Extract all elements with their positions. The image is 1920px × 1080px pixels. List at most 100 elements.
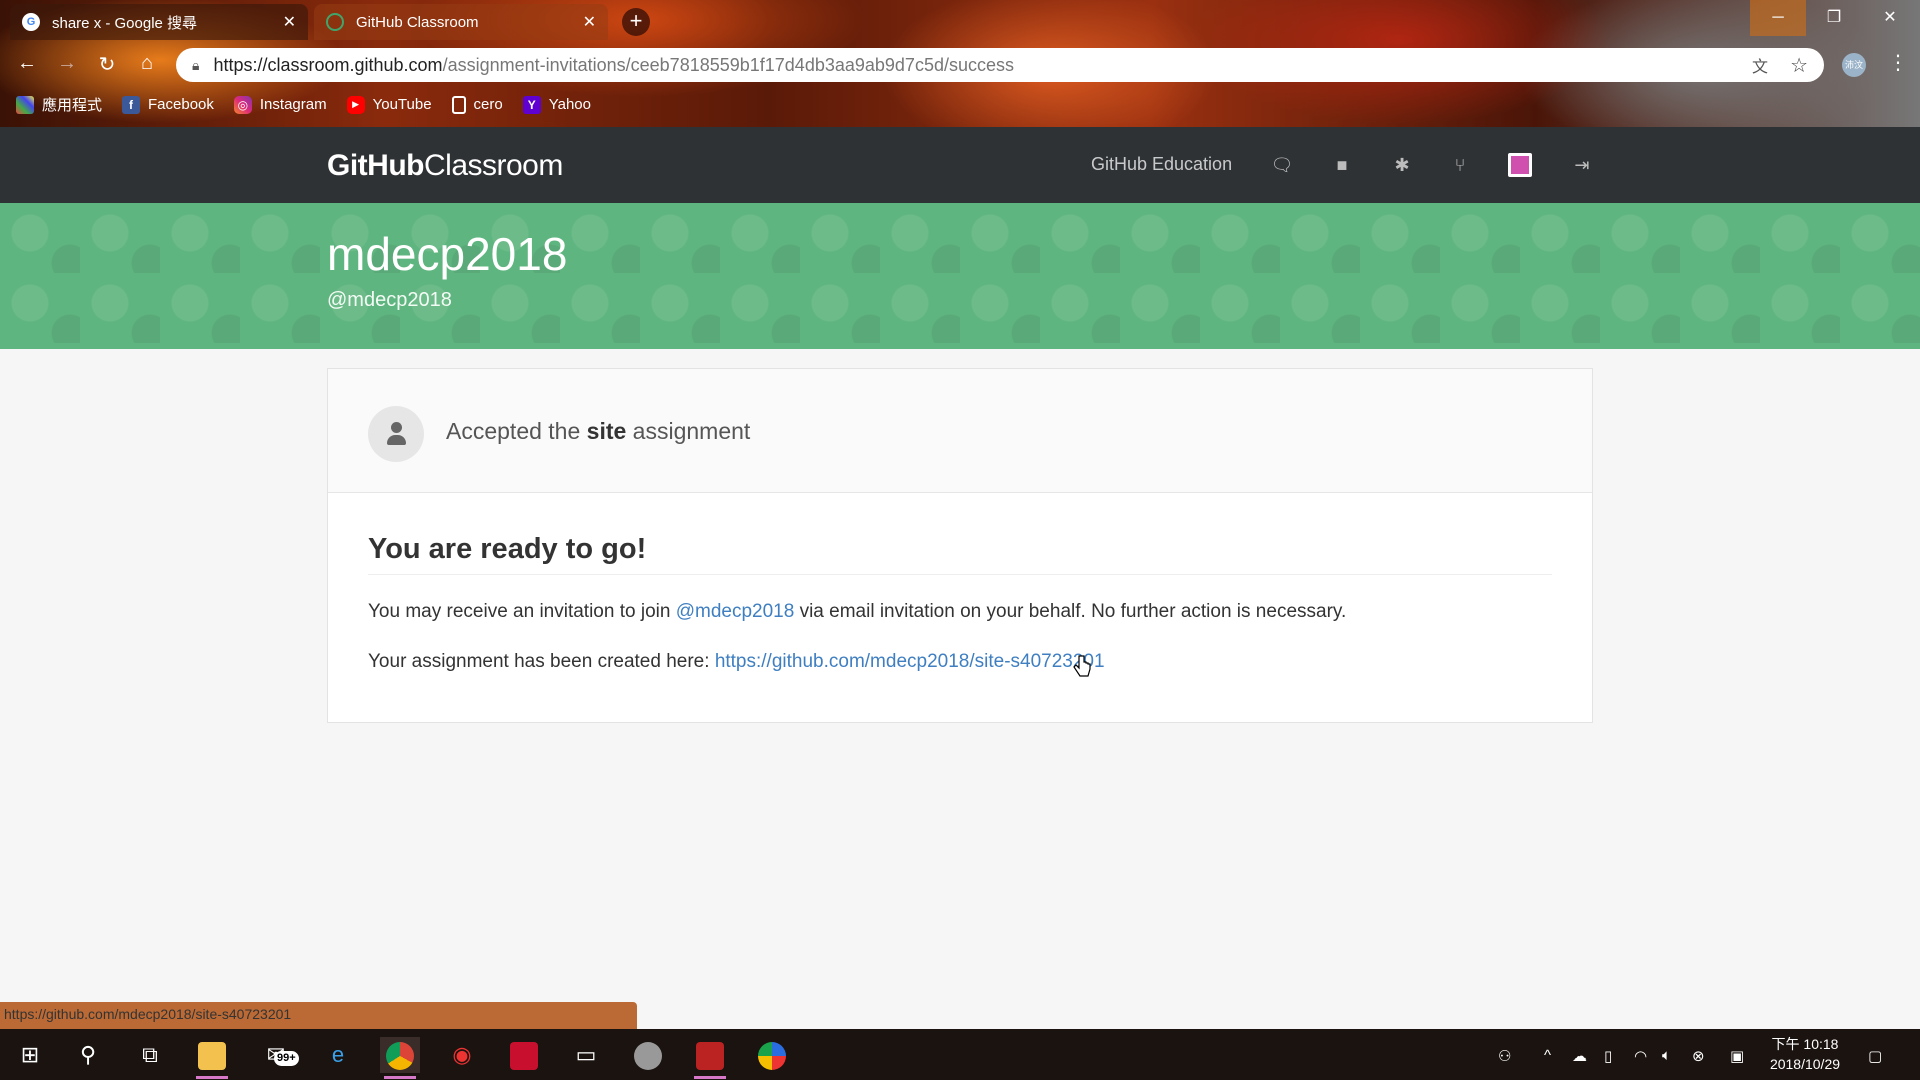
created-paragraph: Your assignment has been created here: h… xyxy=(368,651,1552,673)
facebook-icon: f xyxy=(122,95,141,114)
bookmark-instagram[interactable]: ◎ Instagram xyxy=(233,94,327,115)
tab-google-search[interactable]: G share x - Google 搜尋 ✕ xyxy=(10,4,308,40)
github-classroom-logo[interactable]: GitHubClassroom xyxy=(327,149,563,183)
assignment-card: Accepted the site assignment You are rea… xyxy=(327,368,1593,723)
url-path: /assignment-invitations/ceeb7818559b1f17… xyxy=(442,54,1014,75)
comment-icon[interactable]: 🗨︎ xyxy=(1270,153,1294,177)
clock-date: 2018/10/29 xyxy=(1769,1056,1841,1072)
browser-frame: G share x - Google 搜尋 ✕ GitHub Classroom… xyxy=(0,0,1920,127)
windows-taskbar: ⊞ ⚲ ⧉ ✉99+ e ◉ ▭ ⚇ ^ ☁ ▯ ◠ 🔈︎ ⊗ ▣ 下午 10:… xyxy=(0,1029,1920,1080)
onedrive-icon[interactable]: ☁ xyxy=(1572,1047,1587,1065)
garena-icon[interactable]: ◉ xyxy=(442,1037,482,1073)
accept-suffix: assignment xyxy=(626,418,751,444)
bookmark-star-icon[interactable]: ☆ xyxy=(1790,53,1808,78)
organization-banner: mdecp2018 @mdecp2018 xyxy=(0,203,1920,349)
translate-icon[interactable]: ⽂ xyxy=(1752,53,1768,77)
bookmark-youtube[interactable]: ▶ YouTube xyxy=(346,94,432,115)
user-avatar[interactable] xyxy=(1508,153,1532,177)
organization-link[interactable]: @mdecp2018 xyxy=(676,601,795,622)
invite-prefix: You may receive an invitation to join xyxy=(368,601,676,622)
bookmark-label: YouTube xyxy=(372,96,432,113)
bookmark-label: Facebook xyxy=(148,96,214,113)
github-education-link[interactable]: GitHub Education xyxy=(1091,154,1232,175)
organization-name: mdecp2018 xyxy=(327,228,568,280)
tab-github-classroom[interactable]: GitHub Classroom ✕ xyxy=(314,4,608,40)
bookmark-facebook[interactable]: f Facebook xyxy=(122,94,214,115)
page-icon xyxy=(451,95,466,114)
task-view-icon[interactable]: ⧉ xyxy=(130,1037,170,1073)
sign-out-icon[interactable]: ⇥ xyxy=(1570,153,1594,177)
home-icon[interactable]: ⌂ xyxy=(134,52,160,75)
battery-icon[interactable]: ▯ xyxy=(1604,1047,1612,1065)
reload-icon[interactable]: ↻ xyxy=(94,52,120,77)
bug-icon[interactable]: ✱ xyxy=(1390,153,1414,177)
card-header: Accepted the site assignment xyxy=(328,369,1592,493)
mail-badge: 99+ xyxy=(274,1051,299,1066)
taskbar-clock[interactable]: 下午 10:18 2018/10/29 xyxy=(1760,1034,1850,1074)
close-window-button[interactable]: ✕ xyxy=(1862,0,1918,36)
clock-time: 下午 10:18 xyxy=(1771,1036,1839,1052)
bookmark-label: 應用程式 xyxy=(42,97,103,114)
ready-heading: You are ready to go! xyxy=(368,533,1552,575)
bookmarks-bar: 應用程式 f Facebook ◎ Instagram ▶ YouTube cero … xyxy=(16,94,591,115)
logo-bold: GitHub xyxy=(327,149,424,182)
bookmark-label: Yahoo xyxy=(548,96,591,113)
solidworks-icon[interactable] xyxy=(504,1037,544,1073)
lock-icon: 🔒︎ xyxy=(192,56,200,73)
tab-title: share x - Google 搜尋 xyxy=(52,14,198,32)
apps-icon xyxy=(16,95,34,114)
new-tab-button[interactable]: + xyxy=(622,8,650,36)
restore-button[interactable]: ❐ xyxy=(1806,0,1862,36)
google-icon: G xyxy=(22,13,40,31)
volume-icon[interactable]: 🔈︎ xyxy=(1662,1047,1671,1064)
bookmark-label: Instagram xyxy=(259,96,327,113)
video-icon[interactable]: ■ xyxy=(1330,153,1354,177)
invitation-paragraph: You may receive an invitation to join @m… xyxy=(368,601,1552,623)
game-app-icon[interactable] xyxy=(690,1037,730,1079)
start-icon[interactable]: ⊞ xyxy=(10,1037,50,1073)
search-icon[interactable]: ⚲ xyxy=(68,1037,108,1073)
internet-explorer-icon[interactable]: e xyxy=(318,1037,358,1073)
tab-title: GitHub Classroom xyxy=(356,13,479,31)
bookmark-yahoo[interactable]: Y Yahoo xyxy=(522,94,591,115)
chrome-menu-icon[interactable]: ⋮ xyxy=(1888,50,1908,75)
github-classroom-icon xyxy=(326,13,344,31)
yahoo-icon: Y xyxy=(522,95,541,114)
invite-suffix: via email invitation on your behalf. No … xyxy=(794,601,1347,622)
created-prefix: Your assignment has been created here: xyxy=(368,651,715,672)
youtube-icon: ▶ xyxy=(346,95,365,114)
people-icon[interactable]: ⚇ xyxy=(1498,1047,1511,1065)
browser-app-icon[interactable] xyxy=(752,1037,792,1073)
card-body: You are ready to go! You may receive an … xyxy=(328,493,1592,673)
repository-link[interactable]: https://github.com/mdecp2018/site-s40723… xyxy=(715,651,1105,672)
terminal-icon[interactable]: ▭ xyxy=(566,1037,606,1073)
organization-handle: @mdecp2018 xyxy=(327,289,452,311)
bookmark-cero[interactable]: cero xyxy=(451,94,503,115)
mail-icon[interactable]: ✉99+ xyxy=(256,1037,299,1073)
address-bar[interactable]: 🔒︎ https://classroom.github.com/assignme… xyxy=(176,48,1824,82)
chevron-up-icon[interactable]: ^ xyxy=(1544,1047,1551,1064)
notification-icon[interactable]: ▢ xyxy=(1868,1047,1882,1065)
person-icon xyxy=(368,406,424,462)
close-icon[interactable]: ✕ xyxy=(283,12,296,32)
wifi-icon[interactable]: ◠ xyxy=(1634,1047,1647,1065)
pull-request-icon[interactable]: ⑂ xyxy=(1448,153,1472,177)
chrome-icon[interactable] xyxy=(380,1037,420,1079)
hand-cursor-icon xyxy=(1073,655,1091,677)
profile-avatar[interactable]: 沛汶 xyxy=(1842,53,1866,77)
link-status-bubble: https://github.com/mdecp2018/site-s40723… xyxy=(0,1002,637,1029)
input-method-icon[interactable]: ▣ xyxy=(1730,1047,1744,1065)
instagram-icon: ◎ xyxy=(233,95,252,114)
bookmark-label: cero xyxy=(473,96,503,113)
sphere-app-icon[interactable] xyxy=(628,1037,668,1073)
site-header: GitHubClassroom GitHub Education 🗨︎ ■ ✱ … xyxy=(0,127,1920,203)
forward-icon[interactable]: → xyxy=(54,52,80,75)
assignment-name: site xyxy=(586,418,627,444)
file-explorer-icon[interactable] xyxy=(192,1037,232,1079)
back-icon[interactable]: ← xyxy=(14,52,40,75)
minimize-button[interactable]: ─ xyxy=(1750,0,1806,36)
bookmark-apps[interactable]: 應用程式 xyxy=(16,94,102,115)
close-icon[interactable]: ✕ xyxy=(583,12,596,32)
accepted-message: Accepted the site assignment xyxy=(446,418,750,445)
status-x-icon[interactable]: ⊗ xyxy=(1692,1047,1705,1065)
